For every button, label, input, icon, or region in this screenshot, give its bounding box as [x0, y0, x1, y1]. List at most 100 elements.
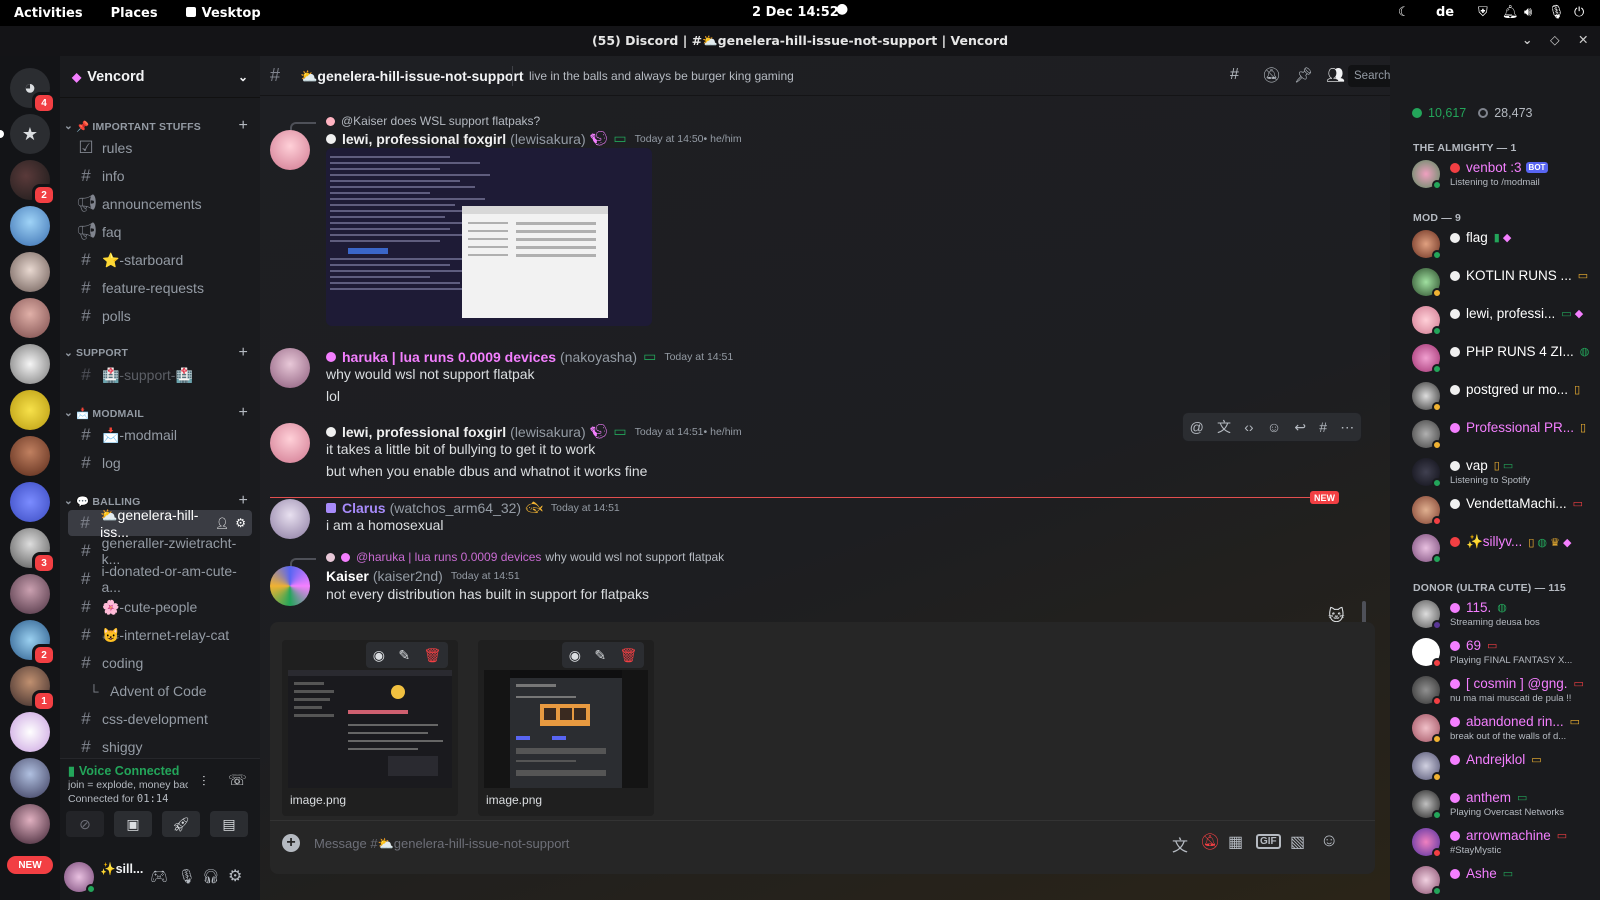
- minimize-icon[interactable]: ⌄: [1522, 32, 1532, 47]
- create-channel-icon[interactable]: +: [238, 117, 248, 135]
- clock[interactable]: 2 Dec 14:52: [752, 5, 839, 20]
- silent-message-icon[interactable]: 🔕︎: [1200, 832, 1220, 852]
- notification-bell-icon[interactable]: 🔕︎: [1262, 66, 1281, 84]
- keyboard-layout[interactable]: de: [1436, 5, 1454, 20]
- author-name[interactable]: lewi, professional foxgirl: [342, 131, 506, 147]
- server-icon[interactable]: [10, 712, 50, 752]
- server-icon[interactable]: [10, 252, 50, 292]
- server-icon[interactable]: [10, 574, 50, 614]
- channel-polls[interactable]: # polls: [68, 303, 252, 329]
- category-modmail[interactable]: ⌄ 📩 MODMAIL +: [64, 404, 254, 422]
- create-channel-icon[interactable]: +: [238, 404, 248, 422]
- server-icon[interactable]: [10, 436, 50, 476]
- member-row[interactable]: venbot :3 BOT Listening to /modmail: [1408, 158, 1598, 194]
- attachment-card[interactable]: ◉ ✎ 🗑︎ image.png: [478, 640, 654, 816]
- message[interactable]: @Kaiser does WSL support flatpaks? lewi,…: [270, 114, 1350, 354]
- thread-advent-of-code[interactable]: └ Advent of Code: [68, 678, 252, 704]
- app-indicator-icon[interactable]: ☾: [1398, 5, 1410, 20]
- channel-cute-people[interactable]: # 🌸-cute-people: [68, 594, 252, 620]
- channel-modmail[interactable]: # 📩-modmail: [68, 422, 252, 448]
- member-row[interactable]: anthem ▭ Playing Overcast Networks: [1408, 788, 1598, 824]
- channel-info[interactable]: # info: [68, 163, 252, 189]
- channel-i-donated[interactable]: # i-donated-or-am-cute-a...: [68, 563, 252, 595]
- member-row[interactable]: postgred ur mo... ▯: [1408, 380, 1598, 416]
- channel-genelera-hill-issue[interactable]: # ⛅genelera-hill-iss... 👤︎ ⚙: [68, 507, 252, 540]
- avatar[interactable]: [270, 423, 310, 463]
- server-icon[interactable]: [10, 758, 50, 798]
- threads-icon[interactable]: #: [1230, 66, 1239, 84]
- more-icon[interactable]: ⋯: [1340, 419, 1354, 436]
- trash-icon[interactable]: 🗑︎: [620, 647, 638, 664]
- message[interactable]: Clarus (watchos_arm64_32) 🐟︎ Today at 14…: [270, 497, 1350, 539]
- message-input[interactable]: Message #⛅genelera-hill-issue-not-suppor…: [314, 836, 569, 852]
- reply-preview[interactable]: @haruka | lua runs 0.0009 devices why wo…: [326, 550, 724, 564]
- channel-css-development[interactable]: # css-development: [68, 706, 252, 732]
- channel-generaller[interactable]: # generaller-zwietracht-k...: [68, 535, 252, 567]
- channel-rules[interactable]: ☑ rules: [68, 135, 252, 161]
- translate-icon[interactable]: 文: [1217, 417, 1231, 437]
- author-name[interactable]: Clarus: [342, 500, 386, 516]
- server-header[interactable]: ◆ Vencord ⌄: [60, 56, 260, 98]
- member-list-icon[interactable]: 👥︎: [1326, 66, 1345, 84]
- screen-share-button[interactable]: ▣: [114, 811, 152, 837]
- power-icon[interactable]: ⏻: [1574, 5, 1584, 20]
- game-controller-icon[interactable]: 🎮︎: [150, 868, 168, 885]
- server-icon[interactable]: [10, 482, 50, 522]
- image-attachment[interactable]: [326, 148, 652, 326]
- favorites-button[interactable]: ★: [10, 114, 50, 154]
- channel-feature-requests[interactable]: # feature-requests: [68, 275, 252, 301]
- member-row[interactable]: Andrejklol ▭: [1408, 750, 1598, 786]
- translate-icon[interactable]: 文: [1172, 832, 1188, 856]
- mention-icon[interactable]: @: [1190, 419, 1204, 435]
- avatar[interactable]: [270, 566, 310, 606]
- microphone-icon[interactable]: 🎙︎: [178, 868, 196, 885]
- eye-icon[interactable]: ◉: [569, 647, 581, 664]
- eye-icon[interactable]: ◉: [373, 647, 385, 664]
- microphone-icon[interactable]: 🎙︎: [1548, 5, 1565, 20]
- reply-preview[interactable]: @Kaiser does WSL support flatpaks?: [326, 114, 540, 128]
- author-name[interactable]: Kaiser: [326, 568, 369, 584]
- close-icon[interactable]: ✕: [1578, 32, 1588, 47]
- activities-button[interactable]: Activities: [0, 6, 97, 21]
- pencil-icon[interactable]: ✎: [398, 647, 410, 664]
- maximize-icon[interactable]: ◇: [1550, 32, 1560, 47]
- trash-icon[interactable]: 🗑︎: [424, 647, 442, 664]
- member-row[interactable]: arrowmachine ▭ #StayMystic: [1408, 826, 1598, 862]
- attachment-card[interactable]: ◉ ✎ 🗑︎ image.png: [282, 640, 458, 816]
- places-menu[interactable]: Places: [97, 6, 172, 21]
- invite-icon[interactable]: 👤︎: [215, 517, 229, 530]
- channel-starboard[interactable]: # ⭐-starboard: [68, 247, 252, 273]
- member-row[interactable]: Professional PR... ▯: [1408, 418, 1598, 454]
- server-icon[interactable]: [10, 390, 50, 430]
- member-row[interactable]: PHP RUNS 4 ZI... ◍: [1408, 342, 1598, 378]
- message[interactable]: haruka | lua runs 0.0009 devices (nakoya…: [270, 346, 1350, 406]
- category-important[interactable]: ⌄ 📌 IMPORTANT STUFFS +: [64, 117, 254, 135]
- code-icon[interactable]: ‹›: [1244, 419, 1253, 435]
- channel-coding[interactable]: # coding: [68, 650, 252, 676]
- gif-icon[interactable]: GIF: [1256, 834, 1281, 849]
- member-row[interactable]: ✨sillyv... ▯ ◍ ♛ ◆: [1408, 532, 1598, 568]
- soundboard-button[interactable]: ▤: [210, 811, 248, 837]
- shield-icon[interactable]: ⛨: [1478, 5, 1488, 20]
- gear-icon[interactable]: ⚙: [235, 516, 246, 530]
- pin-icon[interactable]: 📌︎: [1294, 66, 1313, 84]
- new-unreads-pill[interactable]: NEW: [7, 856, 53, 874]
- user-name[interactable]: ✨sill...: [100, 862, 143, 877]
- voice-channel-name[interactable]: join = explode, money back i...: [68, 779, 188, 791]
- member-row[interactable]: abandoned rin... ▭ break out of the walls …: [1408, 712, 1598, 748]
- channel-internet-relay-cat[interactable]: # 😺-internet-relay-cat: [68, 622, 252, 648]
- sticker-icon[interactable]: ▧: [1290, 832, 1305, 852]
- member-row[interactable]: vap ▯ ▭ Listening to Spotify: [1408, 456, 1598, 492]
- camera-button[interactable]: ⊘: [66, 811, 104, 837]
- member-row[interactable]: lewi, professi... ▭ ◆: [1408, 304, 1598, 340]
- bell-icon[interactable]: 🔔︎: [1502, 5, 1519, 20]
- member-row[interactable]: [ cosmin ] @gng. ▭ nu ma mai muscati de pu…: [1408, 674, 1598, 710]
- avatar[interactable]: [270, 130, 310, 170]
- channel-faq[interactable]: 📢︎ faq: [68, 219, 252, 245]
- author-name[interactable]: haruka | lua runs 0.0009 devices: [342, 349, 556, 365]
- author-name[interactable]: lewi, professional foxgirl: [342, 424, 506, 440]
- message[interactable]: @haruka | lua runs 0.0009 devices why wo…: [270, 550, 1350, 610]
- member-row[interactable]: flag ▮ ◆: [1408, 228, 1598, 264]
- category-support[interactable]: ⌄ SUPPORT +: [64, 344, 254, 361]
- volume-icon[interactable]: 🔊︎: [1524, 5, 1532, 20]
